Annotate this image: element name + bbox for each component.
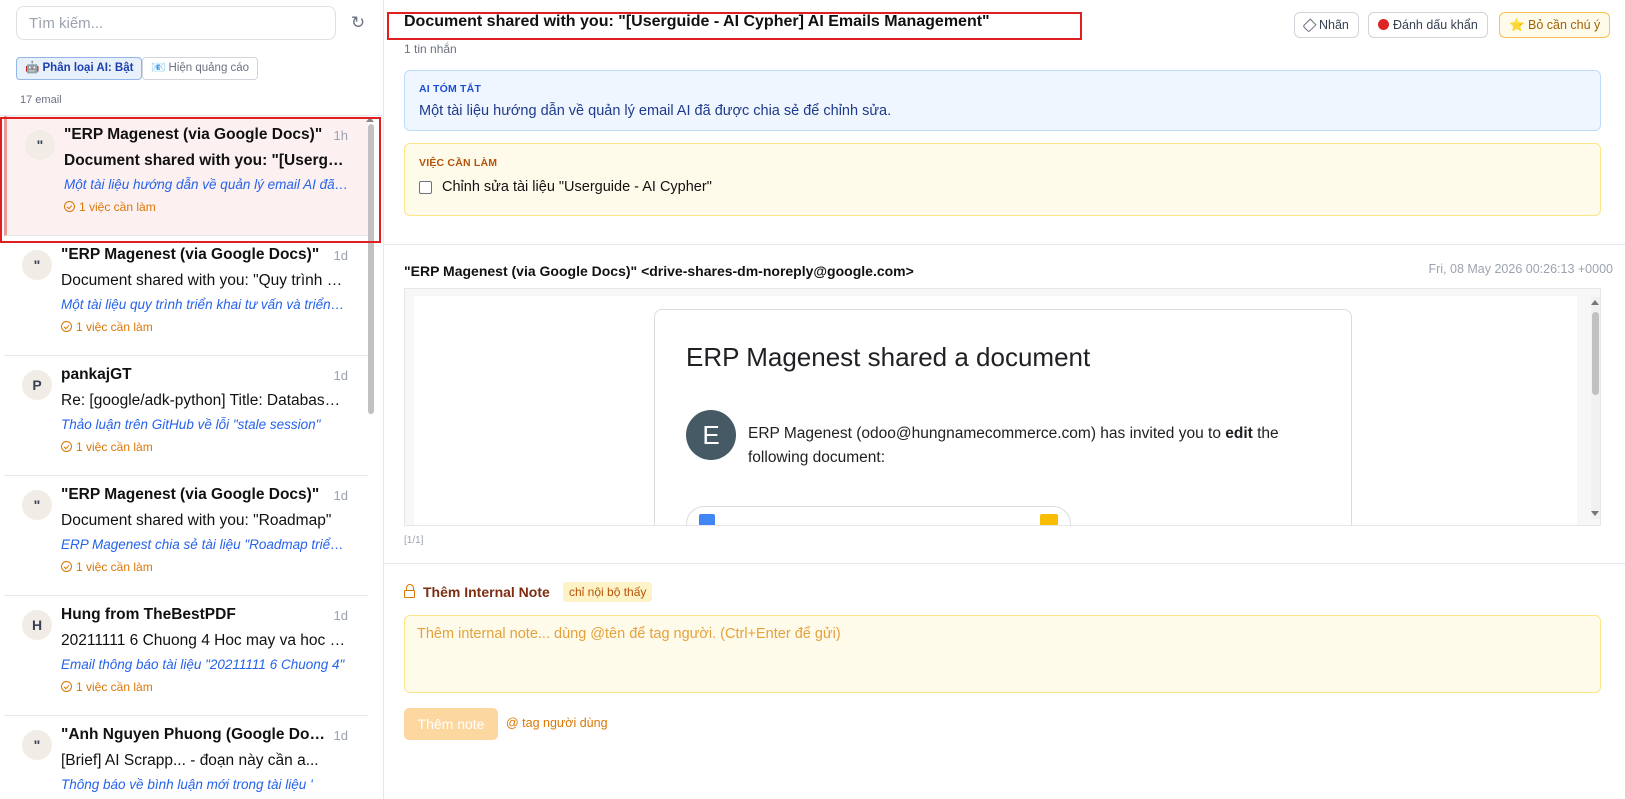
add-note-button[interactable]: Thêm note xyxy=(404,708,498,740)
ai-filter-toggle[interactable]: 🤖 Phân loại AI: Bật xyxy=(16,57,143,80)
share-card: ERP Magenest shared a document E ERP Mag… xyxy=(654,309,1352,525)
scroll-down-arrow[interactable] xyxy=(1591,511,1599,516)
email-time: 1d xyxy=(333,608,348,623)
todo-indicator: 1 việc cần làm xyxy=(61,680,153,694)
invite-text: ERP Magenest (odoo@hungnamecommerce.com)… xyxy=(748,422,1308,470)
email-summary: Một tài liệu quy trình triển khai tư vấn… xyxy=(61,297,346,312)
check-circle-icon xyxy=(61,441,72,452)
email-sender: Hung from TheBestPDF xyxy=(61,606,236,623)
email-body-frame[interactable]: ERP Magenest shared a document E ERP Mag… xyxy=(404,288,1601,526)
email-summary: ERP Magenest chia sẻ tài liệu "Roadmap t… xyxy=(61,537,346,552)
email-time: 1d xyxy=(333,248,348,263)
email-summary: Email thông báo tài liệu "20211111 6 Chu… xyxy=(61,657,345,672)
email-time: 1d xyxy=(333,488,348,503)
todo-indicator: 1 việc cần làm xyxy=(61,560,153,574)
unstar-button[interactable]: ⭐ Bỏ cần chú ý xyxy=(1499,12,1611,38)
email-summary: Thảo luận trên GitHub về lỗi "stale sess… xyxy=(61,417,321,432)
avatar: " xyxy=(22,730,52,760)
divider xyxy=(384,244,1625,245)
check-circle-icon xyxy=(61,561,72,572)
email-subject: 20211111 6 Chuong 4 Hoc may va hoc sau xyxy=(61,632,346,649)
divider xyxy=(384,563,1625,564)
email-sender: pankajGT xyxy=(61,366,132,383)
body-scrollbar[interactable] xyxy=(1591,297,1600,519)
tag-icon xyxy=(1302,18,1317,33)
email-from: "ERP Magenest (via Google Docs)" <drive-… xyxy=(404,263,914,279)
email-app: ↻ 🤖 Phân loại AI: Bật 📧 Hiện quảng cáo 1… xyxy=(0,0,1625,799)
private-badge: chỉ nội bộ thấy xyxy=(563,582,653,602)
email-time: 1d xyxy=(333,368,348,383)
email-subject: Document shared with you: "Quy trình tri… xyxy=(61,272,346,289)
email-item[interactable]: " "ERP Magenest (via Google Docs)" 1d Do… xyxy=(4,476,368,596)
ai-summary-text: Một tài liệu hướng dẫn về quản lý email … xyxy=(419,103,892,119)
todo-item-text: Chỉnh sửa tài liệu "Userguide - AI Cyphe… xyxy=(442,179,712,195)
todo-count: 1 việc cần làm xyxy=(76,320,153,334)
mark-urgent-button[interactable]: Đánh dấu khẩn xyxy=(1368,12,1488,38)
email-item[interactable]: P pankajGT 1d Re: [google/adk-python] Ti… xyxy=(4,356,368,476)
check-circle-icon xyxy=(61,321,72,332)
email-item[interactable]: H Hung from TheBestPDF 1d 20211111 6 Chu… xyxy=(4,596,368,716)
todo-count: 1 việc cần làm xyxy=(76,560,153,574)
avatar: " xyxy=(22,250,52,280)
email-sender: "Anh Nguyen Phuong (Google Docs)" xyxy=(61,726,326,743)
avatar: H xyxy=(22,610,52,640)
email-count: 17 email xyxy=(20,94,62,106)
mark-urgent-text: Đánh dấu khẩn xyxy=(1393,18,1478,32)
email-sender: "ERP Magenest (via Google Docs)" xyxy=(61,246,320,263)
document-chip[interactable] xyxy=(686,506,1071,525)
scroll-up-arrow[interactable] xyxy=(1591,300,1599,305)
label-button[interactable]: Nhãn xyxy=(1294,12,1359,38)
search-input[interactable] xyxy=(16,6,336,40)
email-sender: "ERP Magenest (via Google Docs)" xyxy=(61,486,320,503)
tag-user-hint[interactable]: @ tag người dùng xyxy=(506,716,608,730)
email-item[interactable]: " "Anh Nguyen Phuong (Google Docs)" 1d [… xyxy=(4,716,368,799)
invite-text-pre: ERP Magenest (odoo@hungnamecommerce.com)… xyxy=(748,425,1226,442)
email-time: 1d xyxy=(333,728,348,743)
email-subject: Document shared with you: "Roadmap" xyxy=(61,512,332,529)
internal-note-input[interactable] xyxy=(404,615,1601,693)
red-dot-icon xyxy=(1378,19,1389,30)
message-count: 1 tin nhắn xyxy=(404,42,457,56)
todo-label: VIỆC CẦN LÀM xyxy=(419,157,498,169)
ai-summary-label: AI TÓM TẮT xyxy=(419,83,482,95)
ads-filter-toggle[interactable]: 📧 Hiện quảng cáo xyxy=(142,57,259,80)
highlight-box-title xyxy=(387,12,1082,40)
share-heading: ERP Magenest shared a document xyxy=(686,342,1091,372)
label-button-text: Nhãn xyxy=(1319,18,1349,32)
docs-icon xyxy=(699,514,715,525)
email-subject: [Brief] AI Scrapp... - đoạn này cần a... xyxy=(61,752,319,769)
email-detail-pane: Document shared with you: "[Userguide - … xyxy=(384,0,1625,799)
avatar: " xyxy=(22,490,52,520)
email-date: Fri, 08 May 2026 00:26:13 +0000 xyxy=(1428,262,1613,276)
todo-indicator: 1 việc cần làm xyxy=(61,440,153,454)
email-body-canvas: ERP Magenest shared a document E ERP Mag… xyxy=(414,296,1577,525)
folder-icon xyxy=(1040,514,1058,525)
email-subject: Re: [google/adk-python] Title: Database … xyxy=(61,392,346,409)
email-summary: Thông báo về bình luận mới trong tài liệ… xyxy=(61,777,313,792)
avatar: P xyxy=(22,370,52,400)
lock-icon xyxy=(404,584,415,598)
invite-text-bold: edit xyxy=(1225,425,1253,442)
todo-count: 1 việc cần làm xyxy=(76,680,153,694)
highlight-box-selected-email xyxy=(0,117,381,243)
refresh-icon[interactable]: ↻ xyxy=(348,13,368,33)
sharer-avatar: E xyxy=(686,410,736,460)
internal-note-heading-text: Thêm Internal Note xyxy=(423,584,550,600)
todo-indicator: 1 việc cần làm xyxy=(61,320,153,334)
ai-summary-box: AI TÓM TẮT Một tài liệu hướng dẫn về quả… xyxy=(404,70,1601,131)
todo-box: VIỆC CẦN LÀM Chỉnh sửa tài liệu "Usergui… xyxy=(404,143,1601,216)
scroll-thumb[interactable] xyxy=(1592,312,1599,395)
todo-count: 1 việc cần làm xyxy=(76,440,153,454)
todo-checkbox[interactable] xyxy=(419,181,432,194)
check-circle-icon xyxy=(61,681,72,692)
message-pager: [1/1] xyxy=(404,535,424,546)
list-toolbar: ↻ 🤖 Phân loại AI: Bật 📧 Hiện quảng cáo 1… xyxy=(0,0,384,116)
internal-note-heading: Thêm Internal Note xyxy=(404,584,550,600)
email-item[interactable]: " "ERP Magenest (via Google Docs)" 1d Do… xyxy=(4,236,368,356)
